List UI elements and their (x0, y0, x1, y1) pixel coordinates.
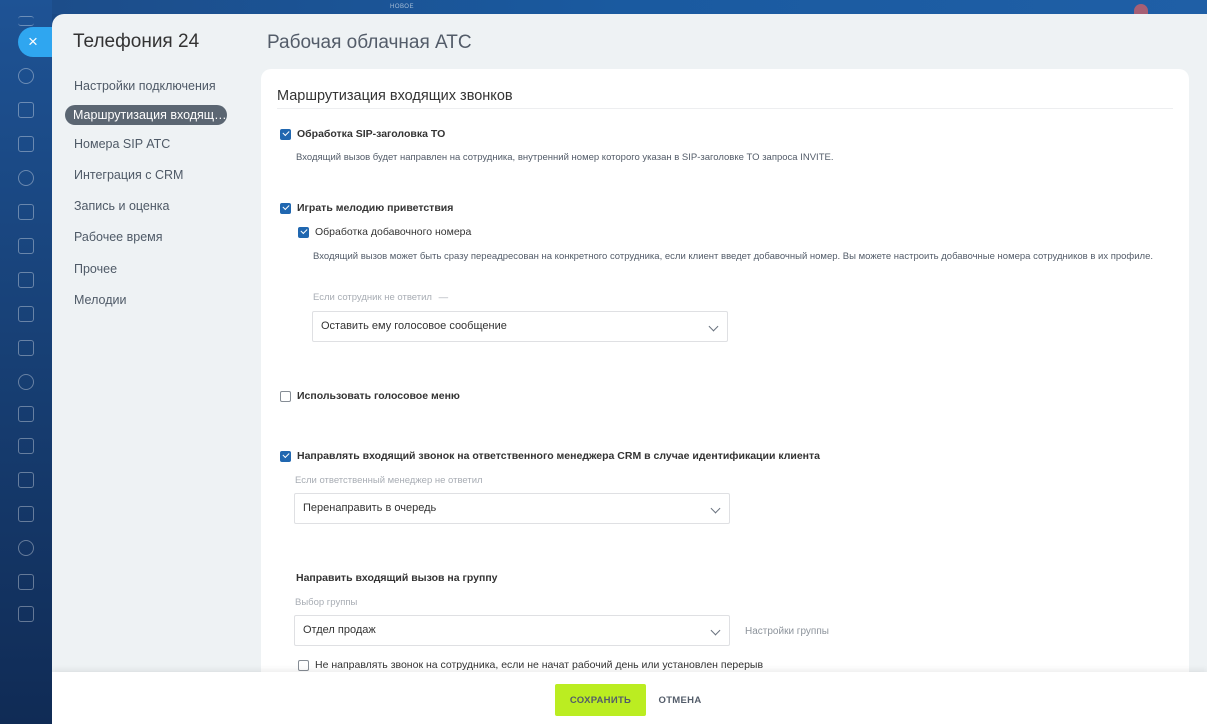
crm-manager-checkbox[interactable] (280, 450, 291, 462)
briefcase-icon[interactable] (18, 506, 34, 522)
extension-no-answer-value: Оставить ему голосовое сообщение (321, 320, 507, 332)
drive-icon[interactable] (18, 306, 34, 322)
close-slider-button[interactable]: × (18, 27, 52, 57)
mail-icon[interactable] (18, 340, 34, 356)
edit-icon[interactable] (18, 606, 34, 622)
section-title: Маршрутизация входящих звонков (277, 88, 513, 104)
footer-bar: СОХРАНИТЬ ОТМЕНА (52, 672, 1207, 724)
extension-no-answer-text: Если сотрудник не ответил (313, 292, 432, 303)
group-select-label: Выбор группы (295, 597, 358, 608)
crm-icon[interactable] (18, 170, 34, 186)
group-select[interactable]: Отдел продаж (294, 615, 730, 646)
page-title: Рабочая облачная АТС (267, 32, 472, 53)
cancel-button[interactable]: ОТМЕНА (655, 684, 705, 716)
sip-header-label: Обработка SIP-заголовка TO (297, 128, 446, 140)
crm-no-answer-value: Перенаправить в очередь (303, 502, 437, 514)
menu-item-connection[interactable]: Настройки подключения (65, 74, 265, 99)
stream-icon[interactable] (18, 68, 34, 84)
extension-no-answer-select[interactable]: Оставить ему голосовое сообщение (312, 311, 728, 342)
calendar2-icon[interactable] (18, 472, 34, 488)
chevron-down-icon (708, 321, 719, 332)
extension-hint: Входящий вызов может быть сразу переадре… (313, 251, 1154, 262)
menu-item-routing[interactable]: Маршрутизация входящих звонков (65, 105, 227, 126)
group-settings-link[interactable]: Настройки группы (745, 626, 829, 637)
section-divider (277, 108, 1173, 109)
save-button[interactable]: СОХРАНИТЬ (555, 684, 646, 716)
calendar-icon[interactable] (18, 204, 34, 220)
group-title: Направить входящий вызов на группу (296, 572, 498, 584)
sip-header-row: Обработка SIP-заголовка TO (280, 128, 445, 140)
crm-manager-label: Направлять входящий звонок на ответствен… (297, 450, 820, 462)
chevron-down-icon (710, 503, 721, 514)
top-new-label: НОВОЕ (390, 4, 414, 10)
group-skip-row: Не направлять звонок на сотрудника, если… (298, 659, 763, 671)
sites-icon[interactable] (18, 272, 34, 288)
extension-label: Обработка добавочного номера (315, 226, 472, 238)
extension-checkbox[interactable] (298, 226, 309, 238)
marketing-icon[interactable] (18, 540, 34, 556)
greeting-checkbox[interactable] (280, 202, 291, 214)
crm-no-answer-label: Если ответственный менеджер не ответил (295, 475, 483, 486)
menu-item-other[interactable]: Прочее (65, 257, 265, 282)
group-skip-label: Не направлять звонок на сотрудника, если… (315, 659, 764, 671)
sip-header-hint: Входящий вызов будет направлен на сотруд… (296, 152, 834, 163)
menu-item-melodies[interactable]: Мелодии (65, 288, 265, 313)
extension-no-answer-dash: — (438, 292, 449, 303)
cart-icon[interactable] (18, 574, 34, 590)
ivr-checkbox[interactable] (280, 390, 291, 402)
app-title: Телефония 24 (73, 31, 200, 52)
crm-no-answer-select[interactable]: Перенаправить в очередь (294, 493, 730, 524)
settings-menu: Настройки подключения Маршрутизация вход… (65, 74, 265, 319)
contacts-icon[interactable] (18, 374, 34, 390)
settings-content: Маршрутизация входящих звонков Обработка… (261, 69, 1189, 709)
chevron-down-icon (710, 625, 721, 636)
greeting-row: Играть мелодию приветствия (280, 202, 453, 214)
tasks-icon[interactable] (18, 136, 34, 152)
group-select-value: Отдел продаж (303, 624, 376, 636)
menu-icon[interactable] (18, 16, 34, 26)
greeting-label: Играть мелодию приветствия (297, 202, 454, 214)
notification-badge[interactable] (1134, 4, 1148, 14)
chat-icon[interactable] (18, 102, 34, 118)
sip-header-checkbox[interactable] (280, 128, 291, 140)
crm-manager-row: Направлять входящий звонок на ответствен… (280, 450, 820, 462)
left-nav-rail (0, 0, 52, 724)
checklist-icon[interactable] (18, 406, 34, 422)
menu-item-worktime[interactable]: Рабочее время (65, 225, 265, 250)
top-bar: НОВОЕ (52, 0, 1207, 14)
ivr-row: Использовать голосовое меню (280, 390, 460, 402)
documents-icon[interactable] (18, 238, 34, 254)
menu-item-sip-numbers[interactable]: Номера SIP АТС (65, 132, 265, 157)
ivr-label: Использовать голосовое меню (297, 390, 460, 402)
filter-icon[interactable] (18, 438, 34, 454)
menu-item-recording[interactable]: Запись и оценка (65, 194, 265, 219)
slider-panel: Телефония 24 Рабочая облачная АТС Настро… (52, 14, 1207, 724)
menu-item-crm[interactable]: Интеграция с CRM (65, 163, 265, 188)
group-skip-checkbox[interactable] (298, 659, 309, 671)
extension-no-answer-label: Если сотрудник не ответил — (313, 292, 448, 303)
extension-row: Обработка добавочного номера (298, 226, 471, 238)
